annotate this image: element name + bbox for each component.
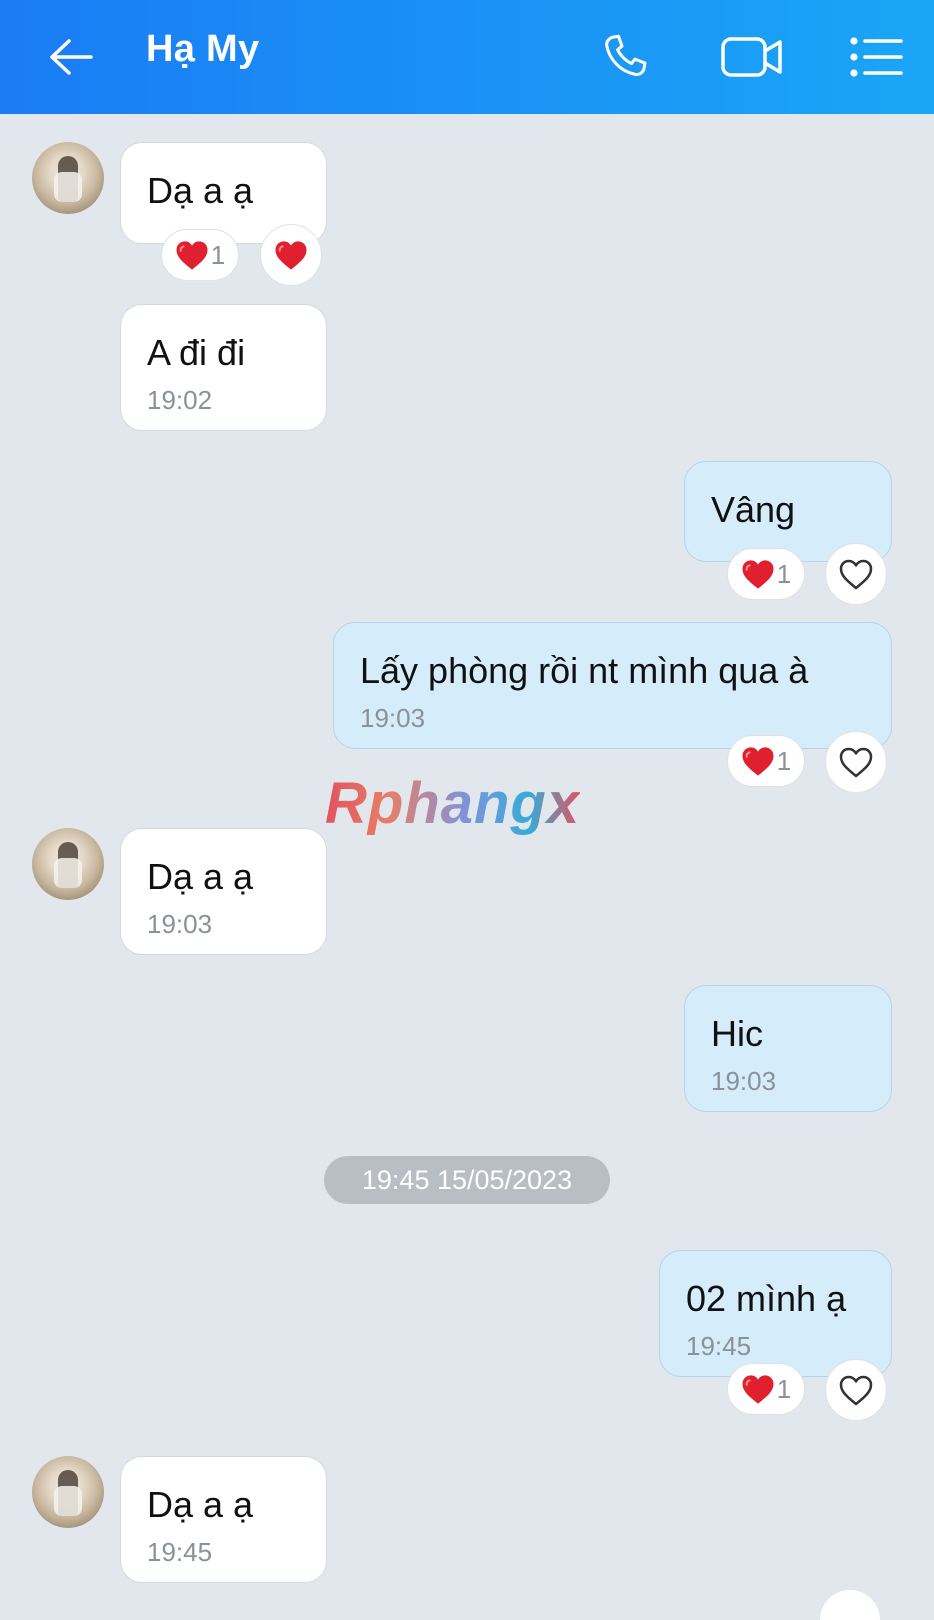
reaction-count: 1 <box>776 745 792 776</box>
reaction-button-partial[interactable] <box>820 1590 880 1620</box>
react-heart-button[interactable] <box>825 1359 887 1421</box>
message-time: 19:03 <box>147 909 213 939</box>
heart-icon <box>274 240 308 271</box>
message-bubble-outgoing[interactable]: Hic 19:03 <box>684 985 892 1112</box>
chat-header: Hạ My <box>0 0 934 114</box>
reaction-summary[interactable]: 1 <box>161 229 239 281</box>
heart-outline-icon <box>838 1374 874 1407</box>
react-heart-button[interactable] <box>825 543 887 605</box>
reaction-summary[interactable]: 1 <box>727 548 805 600</box>
reaction-count: 1 <box>776 558 792 589</box>
heart-icon <box>741 1374 775 1405</box>
heart-icon <box>741 746 775 777</box>
message-text: Vâng <box>711 489 796 530</box>
message-time: 19:02 <box>147 385 213 415</box>
date-separator: 19:45 15/05/2023 <box>324 1156 610 1204</box>
list-menu-icon[interactable] <box>836 0 916 114</box>
arrow-left-icon[interactable] <box>30 0 112 114</box>
message-text: Hic <box>711 1013 763 1054</box>
contact-avatar[interactable] <box>32 142 104 214</box>
heart-outline-icon <box>838 746 874 779</box>
message-bubble-outgoing[interactable]: 02 mình ạ 19:45 <box>659 1250 892 1377</box>
heart-icon <box>175 240 209 271</box>
message-time: 19:03 <box>711 1066 777 1096</box>
message-bubble-incoming[interactable]: Dạ a ạ 19:45 <box>120 1456 327 1583</box>
message-text: A đi đi <box>147 332 246 373</box>
message-bubble-outgoing[interactable]: Lấy phòng rồi nt mình qua à 19:03 <box>333 622 892 749</box>
heart-icon <box>741 559 775 590</box>
message-text: Dạ a ạ <box>147 170 254 211</box>
message-bubble-incoming[interactable]: Dạ a ạ 19:03 <box>120 828 327 955</box>
message-text: 02 mình ạ <box>686 1278 847 1319</box>
reaction-summary[interactable]: 1 <box>727 735 805 787</box>
contact-avatar[interactable] <box>32 828 104 900</box>
react-heart-button[interactable] <box>825 731 887 793</box>
contact-name[interactable]: Hạ My <box>146 28 259 71</box>
message-time: 19:45 <box>686 1331 752 1361</box>
message-bubble-incoming[interactable]: A đi đi 19:02 <box>120 304 327 431</box>
reaction-summary[interactable]: 1 <box>727 1363 805 1415</box>
phone-icon[interactable] <box>585 0 665 114</box>
react-heart-button[interactable] <box>260 224 322 286</box>
message-time: 19:03 <box>360 703 426 733</box>
watermark-logo: Rphangx <box>325 771 581 836</box>
reaction-count: 1 <box>776 1373 792 1404</box>
message-text: Dạ a ạ <box>147 1484 254 1525</box>
message-text: Dạ a ạ <box>147 856 254 897</box>
heart-outline-icon <box>838 558 874 591</box>
video-camera-icon[interactable] <box>707 0 797 114</box>
message-text: Lấy phòng rồi nt mình qua à <box>360 650 809 691</box>
contact-avatar[interactable] <box>32 1456 104 1528</box>
reaction-count: 1 <box>210 239 226 270</box>
message-time: 19:45 <box>147 1537 213 1567</box>
